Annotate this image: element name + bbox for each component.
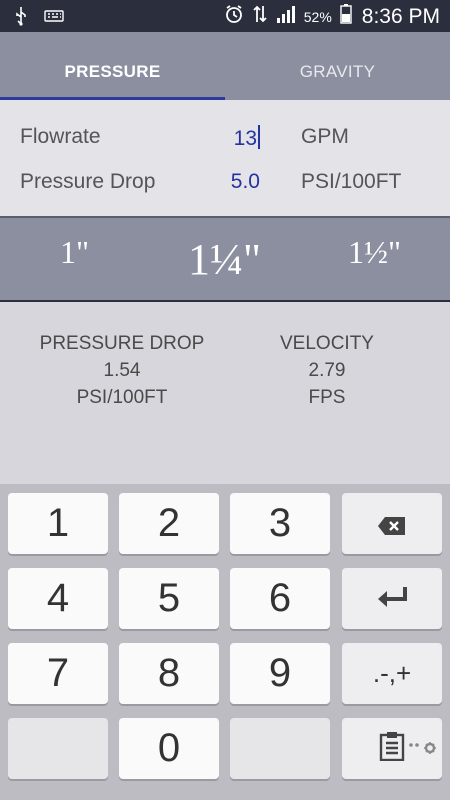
flowrate-input[interactable]: 13	[234, 125, 260, 151]
keyboard-icon	[44, 9, 64, 28]
blank-key	[230, 718, 330, 779]
tab-pressure-label: PRESSURE	[64, 62, 161, 81]
clock: 8:36 PM	[361, 4, 440, 28]
pressure-drop-row[interactable]: Pressure Drop 5.0 PSI/100FT	[20, 162, 430, 202]
pipe-size-selector[interactable]: 1" 1¼" 1½"	[0, 218, 450, 302]
pressure-drop-unit: PSI/100FT	[301, 170, 402, 193]
clipboard-key[interactable]	[342, 718, 442, 779]
key-1[interactable]: 1	[8, 493, 108, 554]
blank-key	[8, 718, 108, 779]
pressure-drop-result: PRESSURE DROP 1.54 PSI/100FT	[22, 330, 222, 411]
text-cursor	[258, 125, 260, 149]
result-title: VELOCITY	[280, 333, 374, 354]
numeric-keyboard: 1 2 3 4 5 6 7 8 9 .-,+ 0	[0, 484, 450, 800]
battery-icon	[340, 4, 352, 29]
pipe-size-selected[interactable]: 1¼"	[188, 234, 261, 285]
key-2[interactable]: 2	[119, 493, 219, 554]
key-3[interactable]: 3	[230, 493, 330, 554]
status-left-icons	[14, 6, 64, 31]
enter-key[interactable]	[342, 568, 442, 629]
key-7[interactable]: 7	[8, 643, 108, 704]
tab-pressure[interactable]: PRESSURE	[0, 32, 225, 100]
tab-gravity-label: GRAVITY	[299, 62, 376, 81]
tab-bar: PRESSURE GRAVITY	[0, 32, 450, 100]
status-bar: 52% 8:36 PM	[0, 0, 450, 32]
result-unit: PSI/100FT	[76, 387, 168, 408]
pipe-size-option[interactable]: 1½"	[348, 234, 401, 271]
usb-icon	[14, 6, 28, 31]
result-value: 1.54	[103, 360, 141, 381]
results-panel: PRESSURE DROP 1.54 PSI/100FT VELOCITY 2.…	[0, 302, 450, 484]
result-title: PRESSURE DROP	[39, 333, 205, 354]
key-4[interactable]: 4	[8, 568, 108, 629]
data-transfer-icon	[252, 4, 268, 29]
result-value: 2.79	[308, 360, 346, 381]
pipe-size-option[interactable]: 1"	[60, 234, 89, 271]
signal-icon	[276, 5, 296, 28]
result-unit: FPS	[308, 387, 346, 408]
backspace-icon	[377, 501, 407, 546]
clipboard-icon	[379, 726, 405, 771]
battery-percent: 52%	[303, 8, 332, 25]
velocity-result: VELOCITY 2.79 FPS	[227, 330, 427, 411]
pressure-drop-label: Pressure Drop	[20, 170, 156, 193]
key-6[interactable]: 6	[230, 568, 330, 629]
flowrate-row[interactable]: Flowrate 13 GPM	[20, 117, 430, 157]
symbols-key[interactable]: .-,+	[342, 643, 442, 704]
alarm-icon	[224, 4, 244, 29]
flowrate-unit: GPM	[301, 125, 349, 148]
tab-gravity[interactable]: GRAVITY	[225, 32, 450, 100]
input-panel: Flowrate 13 GPM Pressure Drop 5.0 PSI/10…	[0, 100, 450, 218]
settings-icon	[408, 720, 438, 765]
status-right: 52% 8:36 PM	[224, 4, 440, 29]
key-9[interactable]: 9	[230, 643, 330, 704]
pressure-drop-input[interactable]: 5.0	[231, 170, 260, 194]
flowrate-value: 13	[233, 127, 257, 150]
enter-icon	[375, 576, 409, 621]
key-0[interactable]: 0	[119, 718, 219, 779]
key-5[interactable]: 5	[119, 568, 219, 629]
backspace-key[interactable]	[342, 493, 442, 554]
flowrate-label: Flowrate	[20, 125, 101, 148]
key-8[interactable]: 8	[119, 643, 219, 704]
